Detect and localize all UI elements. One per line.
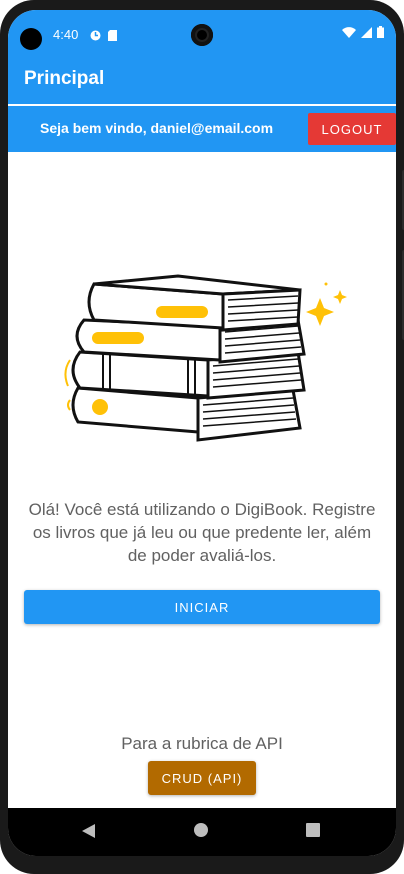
front-camera-center — [191, 24, 213, 46]
system-nav-bar — [8, 808, 396, 856]
books-stack-illustration — [48, 260, 348, 460]
sd-card-icon — [108, 28, 119, 41]
signal-icon — [361, 25, 372, 43]
welcome-greeting: Seja bem vindo, daniel@email.com — [40, 120, 274, 136]
status-bar: 4:40 — [8, 10, 396, 60]
data-saver-icon — [90, 28, 101, 41]
device-frame: 4:40 Principal Seja bem vindo, daniel@em… — [0, 0, 404, 874]
app-bar: Principal — [8, 60, 396, 104]
status-right-icons — [342, 25, 384, 43]
sparkle-icon — [306, 298, 334, 326]
status-time: 4:40 — [53, 27, 79, 42]
book-top — [87, 274, 302, 332]
api-caption: Para a rubrica de API — [121, 734, 283, 753]
start-button[interactable]: INICIAR — [24, 590, 380, 624]
crud-api-button[interactable]: CRUD (API) — [148, 761, 256, 795]
page-title: Principal — [24, 68, 105, 89]
welcome-bar: Seja bem vindo, daniel@email.com LOGOUT — [8, 106, 396, 152]
wifi-icon — [342, 25, 356, 43]
logout-button[interactable]: LOGOUT — [308, 113, 396, 145]
recents-icon[interactable] — [306, 823, 320, 837]
battery-icon — [377, 25, 384, 43]
home-icon[interactable] — [194, 823, 208, 837]
back-icon[interactable] — [82, 824, 96, 843]
intro-message: Olá! Você está utilizando o DigiBook. Re… — [28, 500, 376, 565]
screen: 4:40 Principal Seja bem vindo, daniel@em… — [8, 10, 396, 856]
front-camera-left — [20, 28, 42, 50]
